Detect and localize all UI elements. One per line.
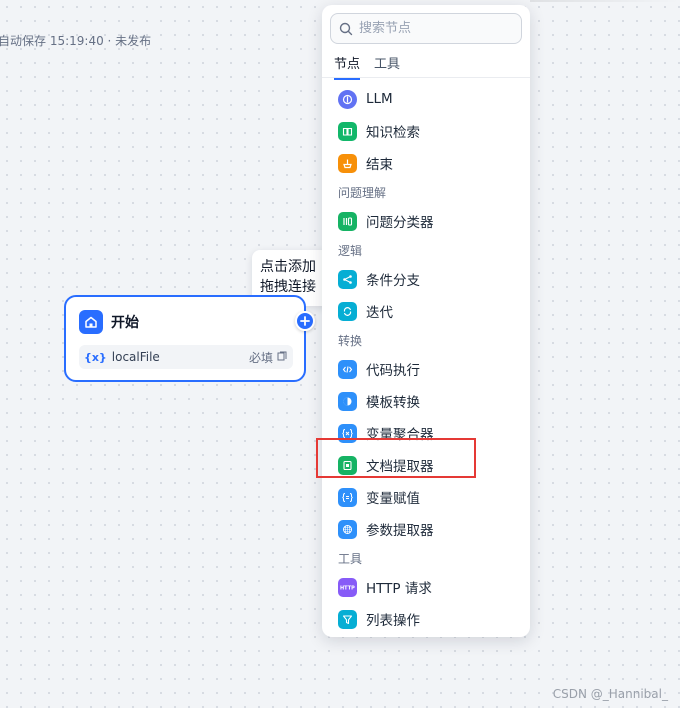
branch-icon	[338, 269, 357, 289]
category-transform: 转换	[338, 333, 363, 348]
highlight-box	[316, 438, 476, 478]
watermark: CSDN @_Hannibal_	[552, 687, 668, 701]
code-icon	[338, 359, 357, 379]
node-item-label: LLM	[366, 91, 393, 107]
category-tools: 工具	[338, 551, 363, 566]
start-node-title: 开始	[111, 315, 139, 331]
classifier-icon	[338, 211, 357, 231]
node-item-list-operator[interactable]: 列表操作	[322, 603, 530, 635]
tab-tools[interactable]: 工具	[374, 53, 400, 80]
svg-text:HTTP: HTTP	[340, 586, 355, 592]
start-variable-row[interactable]: {x} localFile 必填	[79, 345, 293, 369]
node-item-parameter-extractor[interactable]: 参数提取器	[322, 513, 530, 545]
required-label: 必填	[248, 350, 273, 365]
http-icon: HTTP	[338, 577, 357, 597]
file-icon	[277, 350, 287, 364]
node-item-code[interactable]: 代码执行	[322, 353, 530, 385]
start-node[interactable]: 开始 {x} localFile 必填	[64, 295, 306, 382]
start-node-header: 开始	[79, 310, 139, 334]
search-box[interactable]	[330, 13, 522, 44]
node-item-llm[interactable]: LLM	[322, 83, 530, 115]
tab-nodes[interactable]: 节点	[334, 53, 361, 80]
end-icon	[338, 153, 357, 173]
node-item-template[interactable]: 模板转换	[322, 385, 530, 417]
node-item-label: HTTP 请求	[366, 581, 432, 597]
llm-icon	[338, 89, 357, 109]
assigner-icon	[338, 487, 357, 507]
node-item-knowledge-retrieval[interactable]: 知识检索	[322, 115, 530, 147]
node-item-http-request[interactable]: HTTP HTTP 请求	[322, 571, 530, 603]
home-icon	[79, 310, 103, 334]
node-item-label: 条件分支	[366, 273, 420, 289]
node-item-if-else[interactable]: 条件分支	[322, 263, 530, 295]
grid-icon	[338, 519, 357, 539]
add-node-plus-button[interactable]	[295, 311, 315, 331]
search-icon	[339, 22, 353, 35]
panel-tabs: 节点 工具	[334, 53, 414, 80]
node-item-question-classifier[interactable]: 问题分类器	[322, 205, 530, 237]
category-logic: 逻辑	[338, 243, 363, 258]
node-item-label: 结束	[366, 157, 393, 173]
autosave-status: 自动保存 15:19:40 · 未发布	[0, 34, 152, 48]
node-item-label: 迭代	[366, 305, 393, 321]
node-item-label: 模板转换	[366, 395, 420, 411]
filter-icon	[338, 609, 357, 629]
template-icon	[338, 391, 357, 411]
variable-name: localFile	[111, 350, 160, 364]
loop-icon	[338, 301, 357, 321]
node-list: LLM 知识检索 结束 问题理解 问题分类器 逻辑 条件分支 迭代 转换 代码执…	[322, 83, 530, 635]
node-item-label: 列表操作	[366, 613, 420, 629]
node-item-variable-assigner[interactable]: 变量赋值	[322, 481, 530, 513]
node-item-label: 问题分类器	[366, 215, 434, 231]
book-icon	[338, 121, 357, 141]
category-question-understanding: 问题理解	[338, 185, 387, 200]
plus-icon	[300, 316, 310, 326]
top-edge-shadow	[530, 0, 680, 2]
node-item-label: 参数提取器	[366, 523, 434, 539]
tabs-divider	[322, 77, 530, 78]
node-item-iteration[interactable]: 迭代	[322, 295, 530, 327]
node-item-label: 代码执行	[366, 363, 420, 379]
node-selector-panel: 节点 工具 LLM 知识检索 结束 问题理解 问题分类器	[322, 5, 530, 637]
variable-icon: {x}	[84, 350, 107, 364]
node-item-end[interactable]: 结束	[322, 147, 530, 179]
node-item-label: 变量赋值	[366, 491, 420, 507]
search-input[interactable]	[357, 20, 511, 37]
node-item-label: 知识检索	[366, 125, 420, 141]
